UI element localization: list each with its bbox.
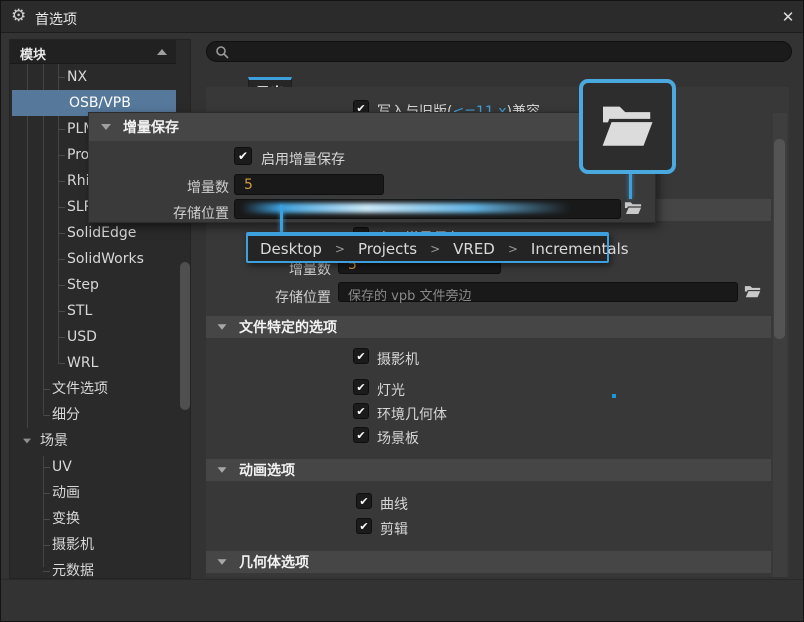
camera-label: 摄影机 — [377, 352, 419, 368]
folder-icon-callout — [579, 79, 676, 174]
env-geometry-checkbox[interactable]: ✔ — [353, 403, 369, 419]
content-scrollbar-thumb[interactable] — [774, 139, 785, 339]
enable-incremental-label-zoom: 启用增量保存 — [261, 152, 345, 168]
camera-checkbox[interactable]: ✔ — [353, 348, 369, 364]
sidebar-item-solidworks[interactable]: SolidWorks — [10, 246, 174, 272]
section-geometry-options[interactable]: 几何体选项 — [206, 551, 771, 573]
sidebar-item-stl[interactable]: STL — [10, 298, 174, 324]
section-collapse-icon[interactable] — [217, 559, 227, 565]
folder-connector-line — [629, 173, 632, 199]
sidebar-item-nx[interactable]: NX — [10, 64, 174, 90]
enable-incremental-checkbox-zoom[interactable]: ✔ — [234, 147, 252, 165]
path-breadcrumb: Desktop > Projects > VRED > Incrementals — [246, 232, 629, 263]
breadcrumb-item: Projects — [357, 239, 418, 258]
env-geometry-label: 环境几何体 — [377, 407, 447, 423]
section-collapse-icon[interactable] — [217, 324, 227, 330]
expand-down-icon[interactable] — [23, 438, 31, 444]
sidebar-item-wrl[interactable]: WRL — [10, 350, 174, 376]
callout-connector-line — [280, 205, 283, 233]
lights-checkbox[interactable]: ✔ — [353, 379, 369, 395]
sidebar-item-camera[interactable]: 摄影机 — [10, 532, 174, 558]
content-scrollbar-track[interactable] — [773, 113, 787, 577]
close-icon[interactable]: ✕ — [777, 7, 799, 27]
increment-count-label-zoom: 增量数 — [187, 180, 229, 196]
sceneplate-label: 场景板 — [377, 431, 419, 447]
chevron-right-icon: > — [507, 241, 518, 256]
sidebar-item-step[interactable]: Step — [10, 272, 174, 298]
storage-location-label: 存储位置 — [275, 290, 331, 306]
gear-icon: ⚙ — [11, 6, 27, 26]
callout-section-header[interactable]: 增量保存 — [89, 113, 655, 141]
clips-label: 剪辑 — [380, 522, 408, 538]
curves-checkbox[interactable]: ✔ — [356, 493, 372, 509]
chevron-right-icon: > — [430, 241, 441, 256]
curves-label: 曲线 — [380, 497, 408, 513]
section-file-options[interactable]: 文件特定的选项 — [206, 316, 771, 338]
browse-folder-icon-zoom[interactable] — [624, 200, 643, 216]
section-collapse-icon[interactable] — [101, 124, 111, 130]
sidebar-scrollbar[interactable] — [180, 262, 190, 410]
search-input[interactable] — [206, 41, 792, 62]
storage-location-placeholder: 保存的 vpb 文件旁边 — [348, 289, 472, 304]
highlight-streak — [241, 203, 571, 213]
breadcrumb-item: VRED — [453, 239, 495, 258]
cursor-dot — [612, 394, 616, 398]
breadcrumb-item: Incrementals — [530, 239, 629, 258]
sidebar-item-metadata[interactable]: 元数据 — [10, 558, 174, 578]
lights-label: 灯光 — [377, 383, 405, 399]
storage-location-input[interactable]: 保存的 vpb 文件旁边 — [338, 282, 738, 304]
window-title: 首选项 — [35, 12, 77, 28]
sidebar-item-usd[interactable]: USD — [10, 324, 174, 350]
sidebar-item-scene[interactable]: 场景 — [10, 428, 174, 454]
storage-location-label-zoom: 存储位置 — [173, 206, 229, 222]
title-bar: ⚙ 首选项 ✕ — [1, 1, 803, 33]
incremental-save-callout-panel: 增量保存 ✔ 启用增量保存 增量数 5 存储位置 — [88, 112, 656, 223]
chevron-right-icon: > — [334, 241, 345, 256]
clips-checkbox[interactable]: ✔ — [356, 518, 372, 534]
sidebar-item-solidedge[interactable]: SolidEdge — [10, 220, 174, 246]
collapse-up-icon[interactable] — [157, 49, 167, 55]
browse-folder-icon[interactable] — [744, 284, 762, 299]
increment-count-input-zoom[interactable]: 5 — [234, 174, 384, 195]
sidebar-item-transform[interactable]: 变换 — [10, 506, 174, 532]
section-collapse-icon[interactable] — [217, 467, 227, 473]
sidebar-item-uv[interactable]: UV — [10, 454, 174, 480]
sidebar-item-animation[interactable]: 动画 — [10, 480, 174, 506]
sidebar-item-subdivision[interactable]: 细分 — [10, 402, 174, 428]
tree-header-label: 模块 — [20, 48, 47, 63]
breadcrumb-item: Desktop — [260, 239, 322, 258]
sceneplate-checkbox[interactable]: ✔ — [353, 427, 369, 443]
sidebar-item-file-options[interactable]: 文件选项 — [10, 376, 174, 402]
footer-bar: 加载默认值 加载所有默认值 应用 保存 — [1, 579, 803, 621]
preferences-window: ⚙ 首选项 ✕ 模块 NX OSB/VPB PLM XML ProE/Creo … — [0, 0, 804, 622]
tree-header[interactable]: 模块 — [10, 40, 176, 64]
open-folder-icon — [597, 106, 657, 149]
search-icon — [216, 46, 229, 59]
section-animation-options[interactable]: 动画选项 — [206, 459, 771, 481]
storage-location-input-zoom[interactable] — [234, 199, 621, 219]
